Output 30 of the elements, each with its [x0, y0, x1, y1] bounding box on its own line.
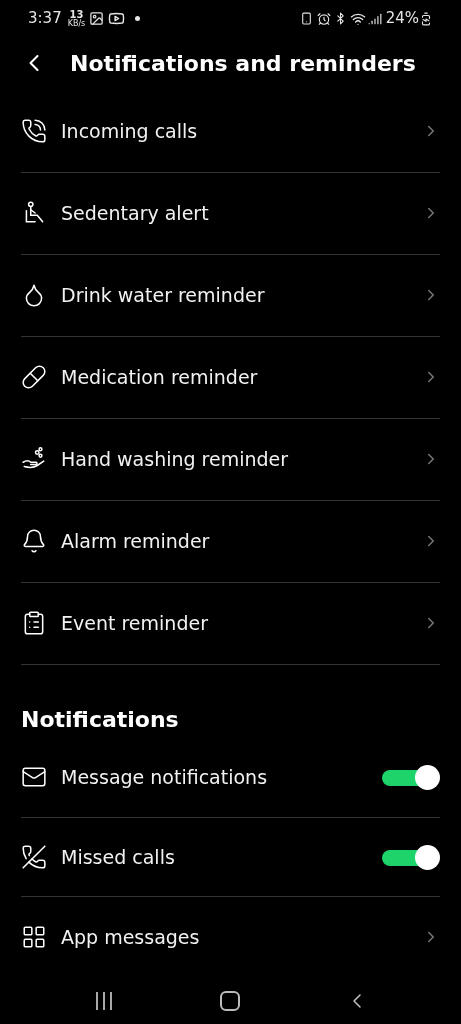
home-icon[interactable] — [219, 990, 240, 1011]
menu-item-label[interactable]: Message notifications — [61, 762, 382, 792]
menu-item-label[interactable]: Alarm reminder — [61, 526, 422, 556]
toggle-switch[interactable] — [382, 765, 440, 790]
menu-item-label[interactable]: Missed calls — [61, 842, 382, 872]
menu-item-label[interactable]: Medication reminder — [61, 362, 422, 392]
status-time: 3:37 — [28, 8, 62, 30]
phone-icon — [299, 12, 313, 25]
grid-icon — [21, 924, 47, 951]
menu-item-label[interactable]: Incoming calls — [61, 116, 422, 146]
video-play-icon — [108, 10, 126, 27]
battery-percent: 24% — [385, 8, 419, 30]
menu-item-label[interactable]: Drink water reminder — [61, 280, 422, 310]
image-icon — [89, 11, 105, 26]
network-speed-value: 13 — [69, 9, 84, 20]
bell-icon — [21, 528, 47, 555]
toggle-switch[interactable] — [382, 845, 440, 869]
page-title: Notifications and reminders — [70, 49, 416, 78]
menu-item-label[interactable]: Sedentary alert — [61, 198, 422, 228]
battery-icon — [419, 11, 433, 26]
network-speed-unit: KB/s — [67, 19, 86, 28]
phone-off-icon — [21, 844, 47, 870]
menu-item-label[interactable]: App messages — [61, 923, 422, 952]
pill-icon — [21, 364, 47, 391]
signal-icon — [367, 11, 382, 26]
menu-item-label[interactable]: Hand washing reminder — [61, 444, 422, 474]
phone-call-icon — [21, 118, 47, 145]
menu-item-label[interactable]: Event reminder — [61, 608, 422, 638]
alarm-clock-icon — [316, 11, 331, 26]
section-title: Notifications — [21, 705, 180, 734]
